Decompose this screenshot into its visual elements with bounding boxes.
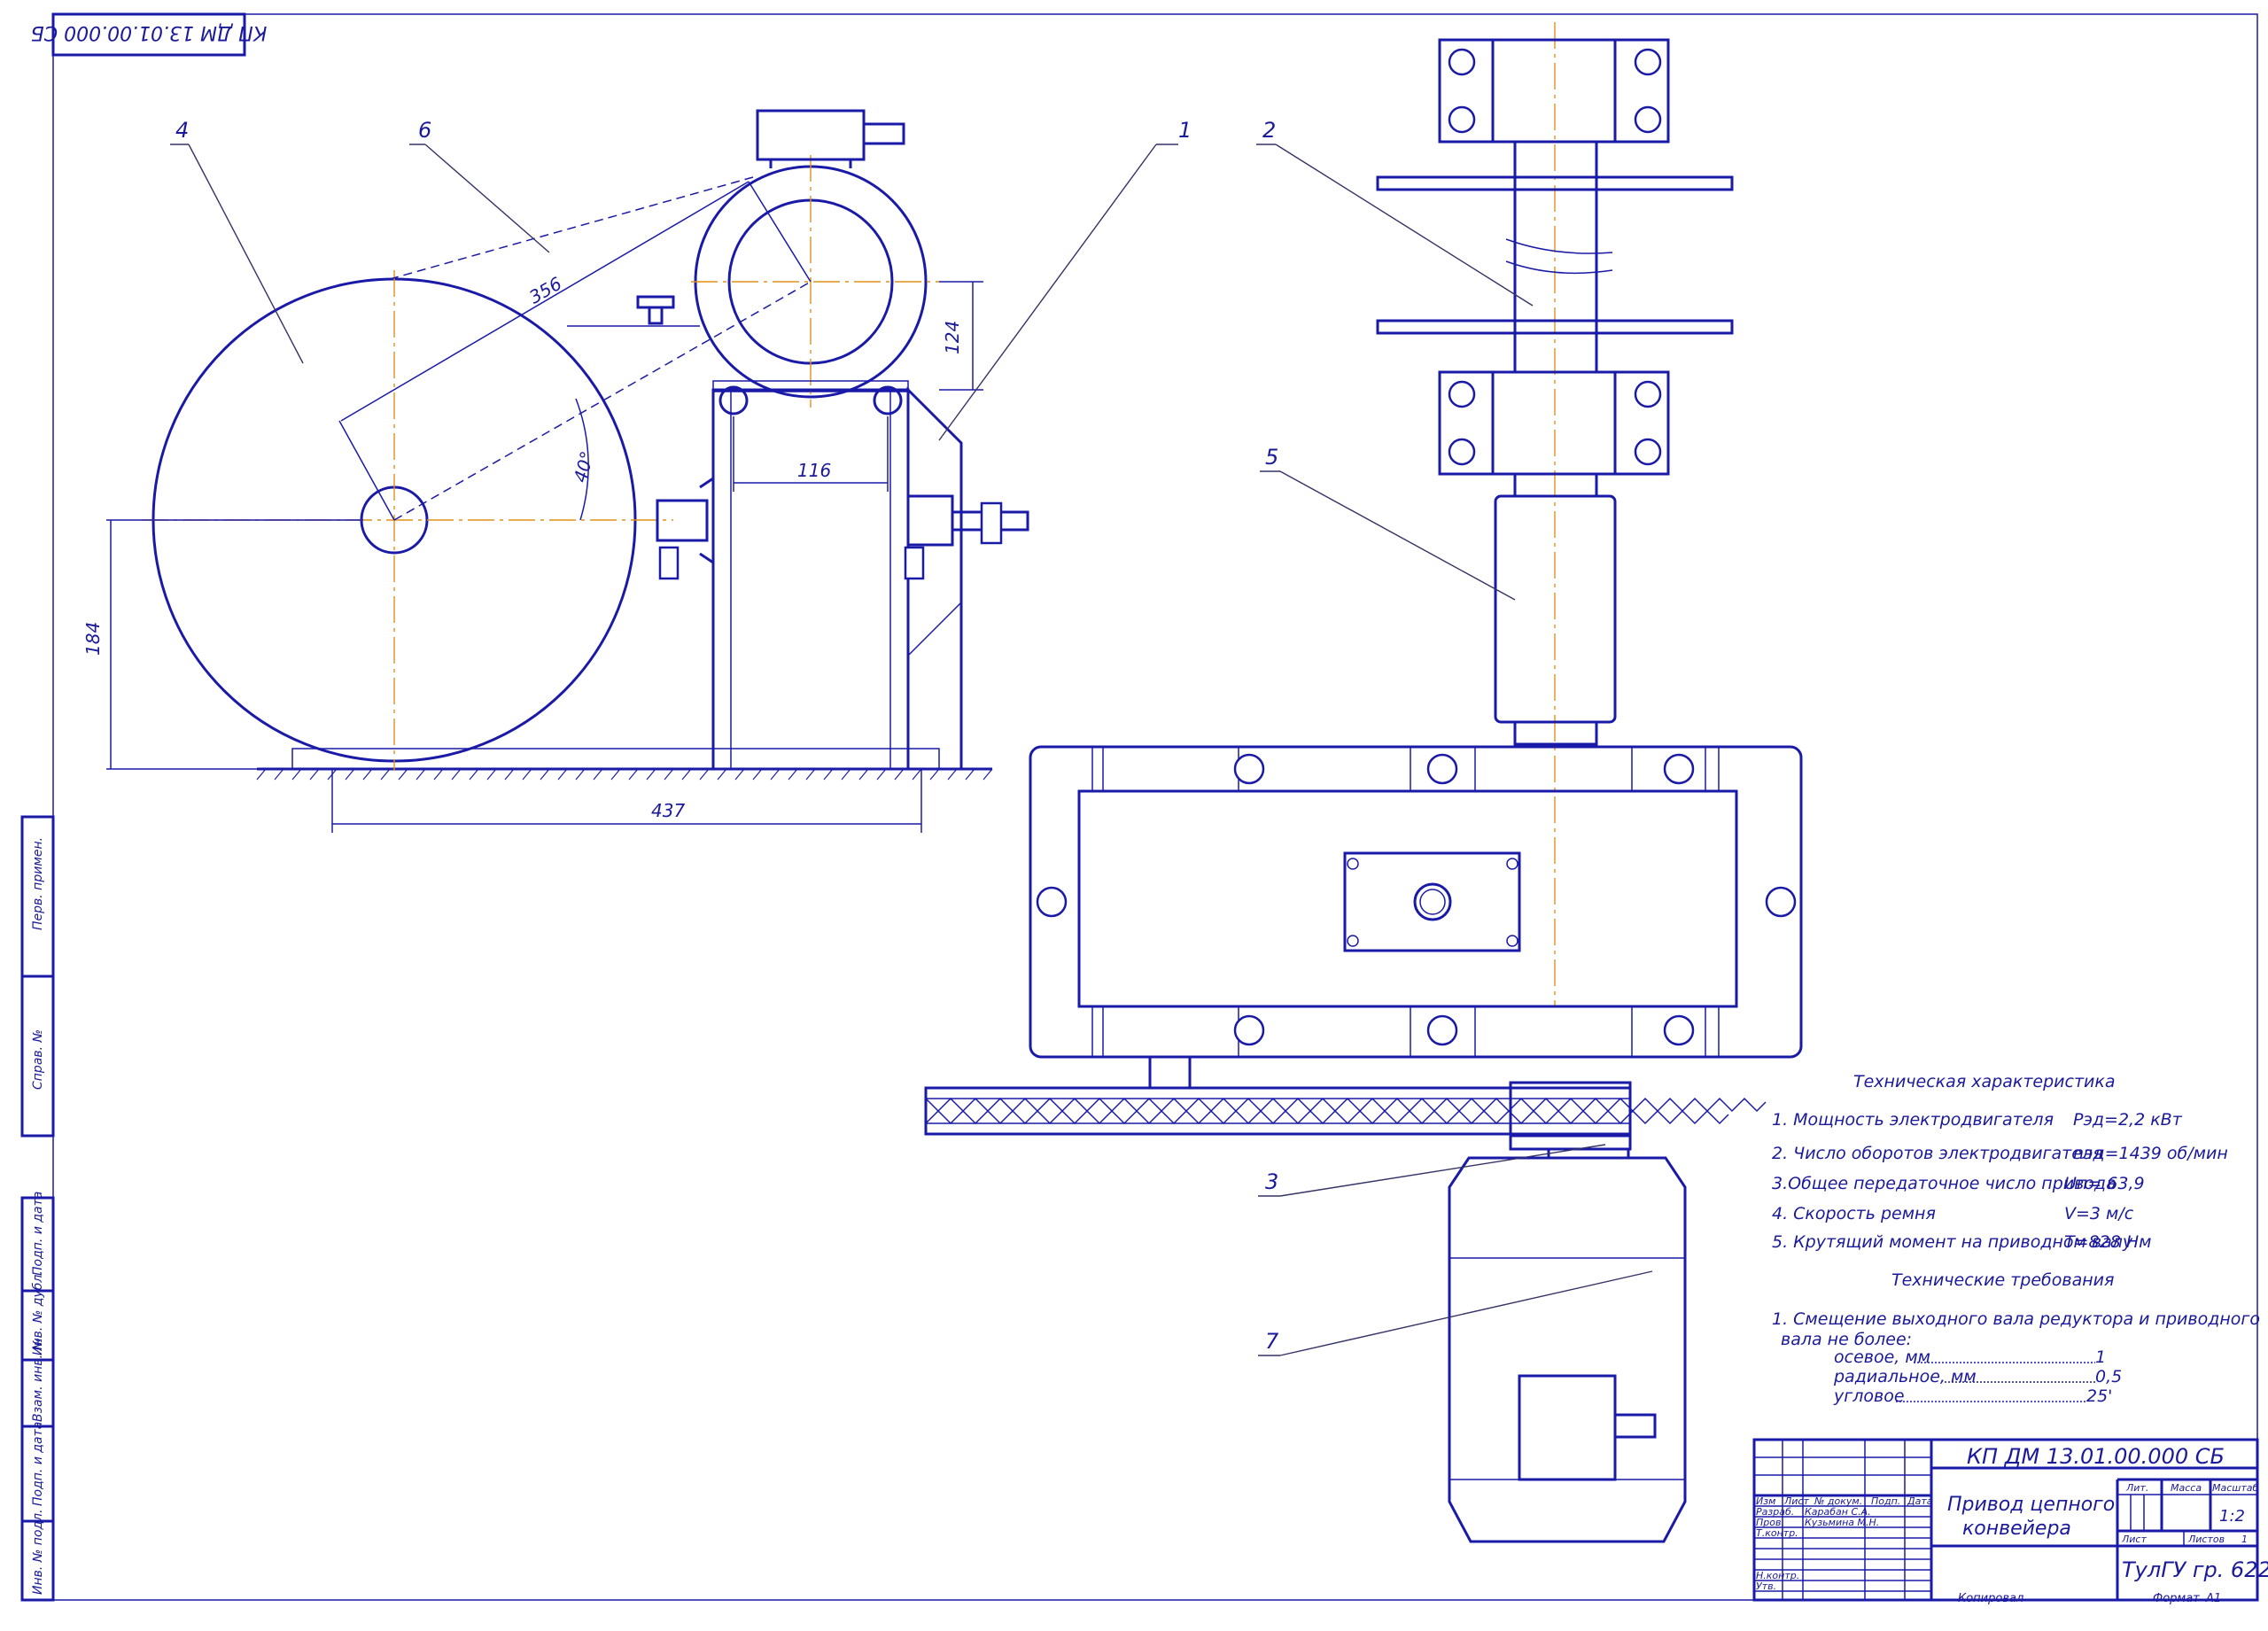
tech-char-label: 1. Мощность электродвигателя bbox=[1772, 1110, 2054, 1130]
motor-body bbox=[1448, 1156, 1687, 1543]
title-block: Изм Лист № докум. Подп. Дата Разраб. Кар… bbox=[1752, 1438, 2268, 1605]
strip-label: Инв. № подл. bbox=[31, 1509, 45, 1595]
dim-116: 116 bbox=[797, 460, 831, 481]
tech-req-value: 0,5 bbox=[2095, 1367, 2122, 1386]
checker-name: Кузьмина М.Н. bbox=[1805, 1517, 1879, 1528]
sheet-label: Лист bbox=[2121, 1534, 2147, 1545]
tech-char-value: Рэд=2,2 кВт bbox=[2073, 1110, 2183, 1130]
tech-req-line2: вала не более: bbox=[1781, 1330, 1912, 1349]
dim-124: 124 bbox=[942, 321, 963, 354]
role-label: Утв. bbox=[1756, 1581, 1776, 1592]
base-plate bbox=[291, 748, 940, 770]
strip-label: Взам. инв. № bbox=[31, 1338, 45, 1422]
left-side-strip: Перв. примен. Справ. № Подп. и дата Инв.… bbox=[20, 815, 55, 1602]
designation: КП ДМ 13.01.00.000 СБ bbox=[1967, 1444, 2225, 1469]
side-view: 356 40° 124 116 184 437 4 6 1 bbox=[82, 109, 1192, 833]
technical-requirements: Технические требования 1. Смещение выход… bbox=[1772, 1270, 2260, 1406]
position-1: 1 bbox=[1178, 118, 1192, 143]
lit-label: Лит. bbox=[2125, 1482, 2148, 1494]
reducer-bolt bbox=[1765, 886, 1797, 918]
terminal-box bbox=[756, 109, 866, 161]
top-view: 2 5 3 7 bbox=[924, 22, 1803, 1543]
format-label: Формат bbox=[2153, 1592, 2200, 1605]
sheets-value: 1 bbox=[2241, 1534, 2248, 1545]
reducer-bolt bbox=[1233, 1014, 1265, 1046]
reducer-bolt bbox=[1426, 753, 1458, 785]
strip-label: Справ. № bbox=[31, 1029, 45, 1090]
tech-req-label: радиальное, мм bbox=[1833, 1367, 1977, 1386]
product-name-line1: Привод цепного bbox=[1947, 1494, 2115, 1516]
bolt-head bbox=[980, 501, 1003, 545]
organization: ТулГУ гр. 622431 bbox=[2122, 1557, 2268, 1582]
reducer-bolt bbox=[1663, 753, 1695, 785]
tech-char-value: V=3 м/с bbox=[2064, 1204, 2134, 1223]
dim-437: 437 bbox=[651, 800, 685, 821]
tech-char-title: Техническая характеристика bbox=[1853, 1072, 2115, 1091]
format-value: А1 bbox=[2205, 1592, 2221, 1605]
tech-char-value: nэд=1439 об/мин bbox=[2073, 1144, 2228, 1163]
strip-label: Подп. и дата bbox=[31, 1422, 45, 1506]
reducer-body bbox=[1077, 789, 1738, 1008]
dim-angle: 40° bbox=[570, 449, 598, 485]
position-7: 7 bbox=[1265, 1329, 1279, 1354]
bolt-head bbox=[904, 546, 925, 580]
bearing-lower bbox=[1438, 370, 1670, 476]
reducer-bolt bbox=[1036, 886, 1068, 918]
inverted-stamp: КП ДМ 13.01.00.000 СБ bbox=[31, 12, 268, 57]
scale-label: Масштаб bbox=[2212, 1482, 2258, 1494]
tech-req-value: 25' bbox=[2086, 1386, 2112, 1406]
reducer-bolt bbox=[1233, 753, 1265, 785]
dim-356: 356 bbox=[525, 273, 565, 308]
role-label: Т.контр. bbox=[1756, 1527, 1798, 1539]
strip-label: Подп. и дата bbox=[31, 1192, 45, 1276]
reducer-bolt bbox=[1663, 1014, 1695, 1046]
inverted-stamp-text: КП ДМ 13.01.00.000 СБ bbox=[31, 21, 268, 43]
scale-value: 1:2 bbox=[2219, 1507, 2245, 1526]
mass-label: Масса bbox=[2171, 1482, 2202, 1494]
technical-characteristics: Техническая характеристика 1. Мощность э… bbox=[1772, 1072, 2228, 1252]
reducer-bolt bbox=[1426, 1014, 1458, 1046]
tech-req-value: 1 bbox=[2095, 1348, 2106, 1367]
tech-char-value: T=828 Нм bbox=[2064, 1232, 2151, 1252]
tech-char-label: 4. Скорость ремня bbox=[1772, 1204, 1936, 1223]
sheets-label: Листов bbox=[2187, 1534, 2225, 1545]
tech-char-label: 2. Число оборотов электродвигателя bbox=[1772, 1144, 2103, 1163]
tech-req-label: угловое bbox=[1833, 1386, 1905, 1406]
position-2: 2 bbox=[1262, 118, 1276, 143]
position-5: 5 bbox=[1265, 445, 1278, 470]
tech-req-line1: 1. Смещение выходного вала редуктора и п… bbox=[1772, 1309, 2260, 1329]
ground-hatch bbox=[256, 768, 993, 781]
inspection-cover bbox=[1343, 851, 1521, 952]
position-4: 4 bbox=[175, 118, 189, 143]
col-header: Подп. bbox=[1871, 1495, 1900, 1507]
copied-label: Копировал bbox=[1958, 1592, 2023, 1605]
strip-label: Перв. примен. bbox=[31, 837, 45, 930]
assembly-drawing: КП ДМ 13.01.00.000 СБ 356 40° 124 116 18… bbox=[20, 12, 2268, 1605]
tech-char-value: Uп= 63,9 bbox=[2064, 1174, 2145, 1193]
position-3: 3 bbox=[1265, 1169, 1278, 1194]
belt-drive bbox=[924, 1086, 1632, 1136]
position-6: 6 bbox=[418, 118, 431, 143]
dim-184: 184 bbox=[82, 622, 104, 656]
tech-req-label: осевое, мм bbox=[1834, 1348, 1930, 1367]
product-name-line2: конвейера bbox=[1962, 1518, 2071, 1540]
belt-upper bbox=[389, 176, 754, 280]
bolt-head bbox=[658, 546, 680, 580]
col-header: Дата bbox=[1907, 1495, 1933, 1507]
tech-req-title: Технические требования bbox=[1891, 1270, 2114, 1290]
pedestal bbox=[711, 388, 910, 771]
bearing-upper bbox=[1438, 38, 1670, 144]
